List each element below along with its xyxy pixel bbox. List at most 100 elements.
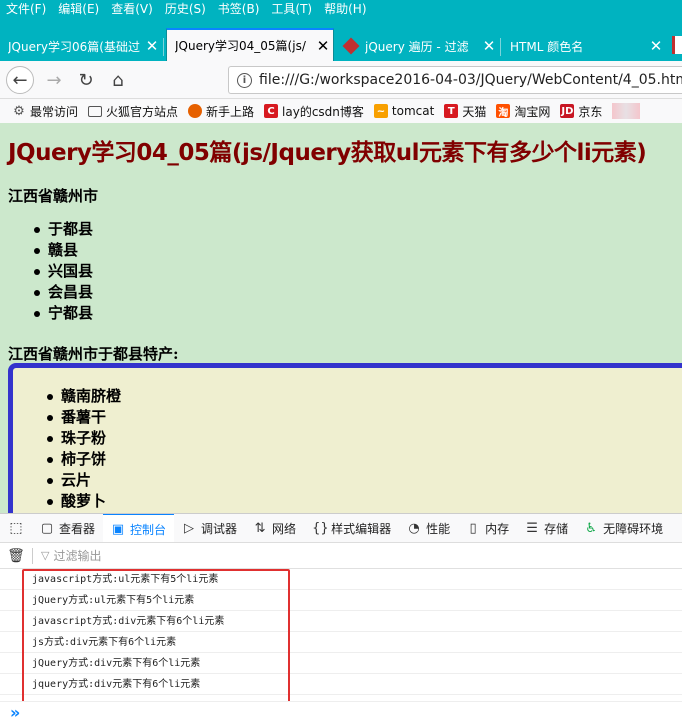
devtools-tab-label: 网络 bbox=[272, 521, 297, 536]
tab-title: JQuery学习06篇(基础过 bbox=[8, 39, 140, 54]
jd-icon: JD bbox=[560, 104, 575, 118]
reload-icon: ↻ bbox=[78, 69, 94, 91]
bookmarks-toolbar: ⚙ 最常访问 火狐官方站点 新手上路 Clay的csdn博客 ~ tomcat T天… bbox=[0, 99, 682, 123]
close-icon[interactable]: ✕ bbox=[313, 37, 333, 55]
menu-tools[interactable]: 工具(T) bbox=[265, 0, 318, 19]
tab-html-colors[interactable]: HTML 颜色名 ✕ bbox=[502, 31, 666, 61]
menu-view[interactable]: 查看(V) bbox=[105, 0, 159, 19]
tmall-icon: T bbox=[444, 104, 459, 118]
console-message: javascript方式:div元素下有6个li元素 bbox=[0, 611, 682, 632]
devtools-tab-label: 无障碍环境 bbox=[603, 521, 664, 536]
bookmark-firefox-official[interactable]: 火狐官方站点 bbox=[88, 103, 178, 120]
list-item: 酸萝卜 bbox=[46, 491, 121, 512]
forward-button[interactable]: → bbox=[40, 66, 68, 94]
menu-bookmarks[interactable]: 书签(B) bbox=[212, 0, 266, 19]
bookmark-label: 天猫 bbox=[462, 104, 487, 119]
console-icon: ▣ bbox=[111, 521, 125, 537]
page-title: JQuery学习04_05篇(js/Jquery获取ul元素下有多少个li元素) bbox=[8, 140, 647, 166]
menu-help[interactable]: 帮助(H) bbox=[318, 0, 372, 19]
tab-console[interactable]: ▣ 控制台 bbox=[103, 514, 175, 542]
bookmark-label: 淘宝网 bbox=[514, 104, 551, 119]
tab-title: JQuery学习04_05篇(js/ bbox=[175, 39, 306, 53]
back-arrow-icon: ← bbox=[12, 69, 28, 91]
bookmark-label: tomcat bbox=[391, 104, 435, 118]
devtools-tab-label: 样式编辑器 bbox=[331, 521, 392, 536]
console-message: jQuery方式:div元素下有6个li元素 bbox=[0, 653, 682, 674]
inspector-icon: ▢ bbox=[40, 520, 54, 536]
filter-icon: ▽ bbox=[41, 549, 50, 562]
filter-input[interactable]: 过滤输出 bbox=[53, 547, 101, 564]
bookmark-csdn[interactable]: Clay的csdn博客 bbox=[264, 103, 364, 120]
web-page-content: JQuery学习04_05篇(js/Jquery获取ul元素下有多少个li元素)… bbox=[0, 123, 682, 513]
firefox-icon bbox=[188, 104, 203, 118]
bookmark-tmall[interactable]: T 天猫 bbox=[444, 103, 486, 120]
tab-separator bbox=[500, 38, 501, 56]
close-icon[interactable]: ✕ bbox=[142, 37, 162, 55]
bookmark-label: lay的csdn博客 bbox=[282, 104, 364, 119]
console-message: js方式:div元素下有6个li元素 bbox=[0, 632, 682, 653]
list-item: 兴国县 bbox=[33, 262, 94, 280]
home-button[interactable]: ⌂ bbox=[104, 66, 132, 94]
tab-accessibility[interactable]: ♿ 无障碍环境 bbox=[576, 514, 671, 542]
tab-jquery-traversing[interactable]: jQuery 遍历 - 过滤 ✕ bbox=[335, 31, 499, 61]
home-icon: ⌂ bbox=[112, 69, 124, 91]
menu-history[interactable]: 历史(S) bbox=[159, 0, 212, 19]
specialty-heading: 江西省赣州市于都县特产: bbox=[8, 345, 179, 363]
folder-icon bbox=[88, 105, 103, 117]
city-heading: 江西省赣州市 bbox=[8, 187, 99, 205]
memory-icon: ▯ bbox=[469, 520, 477, 536]
devtools-tab-label: 查看器 bbox=[59, 521, 96, 536]
bookmark-taobao[interactable]: 淘淘宝网 bbox=[496, 103, 550, 120]
console-message: javascript方式:ul元素下有5个li元素 bbox=[0, 569, 682, 590]
tab-debugger[interactable]: ▷ 调试器 bbox=[174, 514, 245, 542]
close-icon[interactable]: ✕ bbox=[646, 37, 666, 55]
tab-memory[interactable]: ▯ 内存 bbox=[458, 514, 517, 542]
trash-icon[interactable]: 🗑 bbox=[0, 548, 32, 564]
address-bar[interactable]: i file:///G:/workspace2016-04-03/JQuery/… bbox=[228, 66, 682, 94]
performance-icon: ◔ bbox=[408, 520, 420, 536]
bookmark-tomcat[interactable]: ~ tomcat bbox=[373, 104, 435, 118]
list-item: 于都县 bbox=[33, 220, 94, 238]
bookmark-getting-started[interactable]: 新手上路 bbox=[188, 103, 254, 120]
close-icon[interactable]: ✕ bbox=[479, 37, 499, 55]
gear-icon: ⚙ bbox=[13, 103, 25, 119]
bookmark-most-visited[interactable]: ⚙ 最常访问 bbox=[12, 103, 78, 120]
storage-icon: ☰ bbox=[526, 520, 538, 536]
devtools-toolbar: ⬚ ▢ 查看器 ▣ 控制台 ▷ 调试器 ⇅ 网络 {} 样式编辑器 ◔ 性能 ▯ 内存 ☰ 存储… bbox=[0, 513, 682, 543]
menu-edit[interactable]: 编辑(E) bbox=[52, 0, 105, 19]
county-list: 于都县 赣县 兴国县 会昌县 宁都县 bbox=[33, 219, 94, 324]
console-input[interactable]: » bbox=[0, 701, 682, 725]
devtools-tab-label: 内存 bbox=[485, 521, 510, 536]
bookmark-label: 新手上路 bbox=[206, 104, 255, 119]
bookmark-jd[interactable]: JD 京东 bbox=[560, 103, 602, 120]
element-picker-icon[interactable]: ⬚ bbox=[0, 520, 32, 536]
taobao-icon: 淘 bbox=[496, 104, 511, 119]
tab-title: jQuery 遍历 - 过滤 bbox=[365, 39, 469, 54]
divider bbox=[32, 547, 33, 564]
console-message: jquery方式:div元素下有6个li元素 bbox=[0, 674, 682, 695]
reload-button[interactable]: ↻ bbox=[72, 66, 100, 94]
tab-favicon-icon bbox=[342, 37, 360, 55]
tab-network[interactable]: ⇅ 网络 bbox=[245, 514, 304, 542]
tab-jquery04-05[interactable]: JQuery学习04_05篇(js/ ✕ bbox=[166, 28, 334, 61]
tab-strip: JQuery学习06篇(基础过 ✕ JQuery学习04_05篇(js/ ✕ j… bbox=[0, 19, 682, 61]
tab-storage[interactable]: ☰ 存储 bbox=[517, 514, 576, 542]
specialty-list: 赣南脐橙 番薯干 珠子粉 柿子饼 云片 酸萝卜 bbox=[46, 386, 122, 512]
tab-inspector[interactable]: ▢ 查看器 bbox=[32, 514, 103, 542]
tomcat-icon: ~ bbox=[373, 104, 388, 118]
devtools-tab-label: 性能 bbox=[426, 521, 451, 536]
csdn-icon: C bbox=[264, 104, 279, 118]
info-icon[interactable]: i bbox=[237, 73, 252, 88]
tab-style-editor[interactable]: {} 样式编辑器 bbox=[304, 514, 399, 542]
list-item: 赣南脐橙 bbox=[46, 387, 122, 405]
console-filter-bar: 🗑 ▽ 过滤输出 bbox=[0, 543, 682, 569]
back-button[interactable]: ← bbox=[6, 66, 34, 94]
tab-jquery06[interactable]: JQuery学习06篇(基础过 ✕ bbox=[0, 31, 162, 61]
tab-performance[interactable]: ◔ 性能 bbox=[399, 514, 458, 542]
network-icon: ⇅ bbox=[254, 520, 266, 536]
tab-favicon-icon bbox=[672, 36, 682, 54]
list-item: 珠子粉 bbox=[46, 428, 121, 449]
menu-file[interactable]: 文件(F) bbox=[0, 0, 52, 19]
navigation-bar: ← → ↻ ⌂ i file:///G:/workspace2016-04-03… bbox=[0, 61, 682, 99]
list-item: 云片 bbox=[46, 470, 121, 491]
